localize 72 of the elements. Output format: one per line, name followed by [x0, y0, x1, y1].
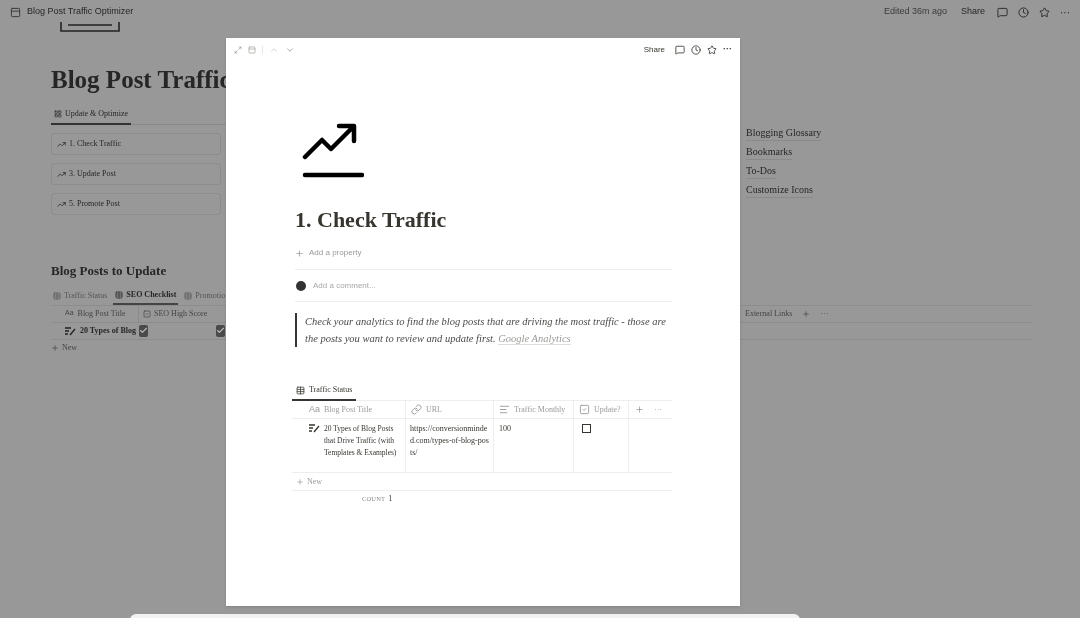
text-lines-icon [499, 404, 510, 415]
checkbox[interactable] [139, 324, 148, 337]
column-header[interactable]: Blog Post Title [77, 307, 126, 320]
add-column-icon[interactable] [635, 405, 644, 414]
page-cover-icon [60, 22, 120, 32]
clock-icon[interactable] [1018, 6, 1029, 18]
avatar [296, 280, 306, 291]
table-icon [115, 290, 124, 299]
table-icon [53, 291, 61, 300]
clock-icon[interactable] [691, 45, 701, 55]
page-link[interactable]: Blogging Glossary [746, 126, 822, 141]
plus-icon [296, 477, 304, 486]
google-analytics-link[interactable]: Google Analytics [498, 333, 571, 345]
traffic-cell: 100 [494, 419, 574, 472]
count-value: 1 [388, 493, 393, 505]
more-button[interactable]: ··· [1060, 4, 1070, 20]
star-icon[interactable] [707, 45, 717, 55]
view-tab[interactable]: Traffic Status [292, 381, 357, 401]
view-tab[interactable]: SEO Checklist [113, 286, 179, 305]
lines-pen-icon [309, 423, 321, 433]
update-checkbox[interactable] [582, 424, 591, 433]
grid-icon [54, 110, 62, 118]
gallery-card[interactable]: 1. Check Traffic [51, 133, 221, 155]
gallery-card[interactable]: 5. Promote Post [51, 193, 221, 215]
title-type-icon: Aa [309, 402, 320, 417]
column-header[interactable]: URL [406, 401, 494, 418]
add-property-button[interactable]: Add a property [295, 247, 362, 259]
page-breadcrumb[interactable]: Blog Post Traffic Optimizer [27, 5, 134, 19]
comment-icon[interactable] [675, 45, 685, 55]
column-header[interactable]: Aa Blog Post Title [292, 401, 406, 418]
gallery-card[interactable]: 3. Update Post [51, 163, 221, 185]
view-tab[interactable]: Update & Optimize [51, 105, 132, 125]
quote-text: Check your analytics to find the blog posts that are driving the most traffic - those are the posts you want to review and update first. Google Analytics [295, 313, 672, 347]
page-title: Blog Post Traffic [51, 65, 226, 95]
column-header[interactable]: External Links [745, 307, 793, 320]
row-title[interactable]: 20 Types of Blog [80, 324, 136, 337]
column-header[interactable]: SEO High Score [154, 307, 208, 320]
page-link[interactable]: Bookmarks [746, 145, 793, 160]
link-icon [411, 404, 422, 415]
plus-icon [51, 343, 59, 352]
checkbox[interactable] [216, 324, 225, 337]
trending-up-icon [57, 199, 66, 209]
edited-time: Edited 36m ago [883, 5, 947, 19]
table-icon [184, 291, 193, 300]
page-title: 1. Check Traffic [295, 207, 448, 233]
new-row-button[interactable]: New [292, 473, 672, 491]
trending-chart-icon [302, 123, 364, 179]
comment-field[interactable]: Add a comment... [313, 279, 672, 292]
checkbox-icon [143, 309, 151, 318]
new-row-button[interactable]: New [51, 339, 78, 356]
page-link[interactable]: To-Dos [746, 164, 776, 179]
page-icon [10, 6, 21, 18]
table-icon [296, 385, 305, 395]
checkbox-icon [579, 404, 590, 415]
trending-up-icon [57, 139, 66, 149]
more-button[interactable]: ··· [820, 307, 829, 320]
url-cell: https://conversionminded.com/types-of-blog-posts/ [406, 419, 494, 472]
share-button[interactable]: Share [960, 5, 985, 19]
database-title: Blog Posts to Update [51, 262, 168, 280]
trending-up-icon [57, 169, 66, 179]
star-icon[interactable] [1039, 6, 1050, 18]
more-button[interactable]: ··· [723, 43, 732, 57]
expand-icon[interactable] [234, 46, 242, 54]
share-button[interactable]: Share [643, 44, 665, 56]
page-link[interactable]: Customize Icons [746, 183, 813, 198]
add-column-icon[interactable] [802, 309, 811, 318]
plus-icon [295, 248, 304, 258]
lines-pen-icon [65, 325, 77, 336]
comment-icon[interactable] [997, 6, 1008, 18]
more-button[interactable]: ··· [654, 403, 662, 416]
column-header[interactable]: Traffic Monthly [494, 401, 574, 418]
column-header[interactable]: Update? [574, 401, 629, 418]
